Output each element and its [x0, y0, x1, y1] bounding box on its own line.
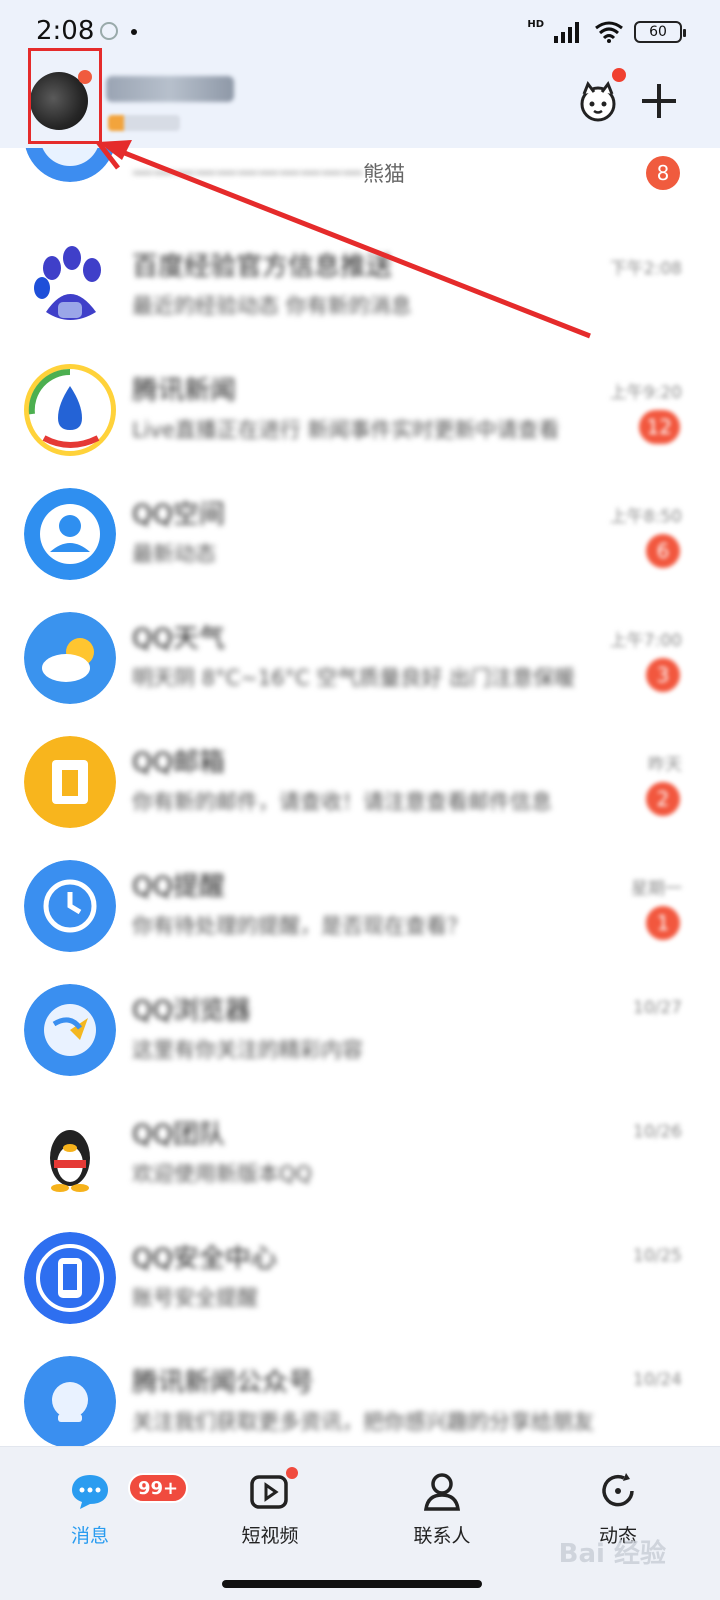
conversation-name: QQ天气 — [132, 624, 225, 650]
conversation-item[interactable]: QQ浏览器 这里有你关注的精彩内容 10/27 — [0, 964, 720, 1088]
pet-notification-dot — [612, 68, 626, 82]
hd-indicator: HD — [527, 18, 544, 30]
conversation-name: QQ团队 — [132, 1120, 225, 1146]
conversation-name: QQ浏览器 — [132, 996, 251, 1022]
tab-label: 短视频 — [241, 1525, 299, 1547]
unread-badge: 1 — [646, 906, 680, 940]
conversation-preview: 关注我们获取更多资讯，把你感兴趣的分享给朋友 — [132, 1410, 594, 1434]
conversation-item[interactable]: 百度经验官方信息推送 最近的经验动态 你有新的消息 下午2:08 — [0, 220, 720, 344]
refresh-star-icon — [602, 1473, 634, 1507]
phone-icon — [24, 1232, 116, 1324]
conversation-item[interactable]: QQ天气 明天阴 8°C~16°C 空气质量良好 出门注意保暖 上午7:00 3 — [0, 592, 720, 716]
unread-badge: 99+ — [128, 1473, 189, 1503]
home-indicator[interactable] — [222, 1580, 482, 1588]
shield-icon — [24, 1356, 116, 1448]
conversation-time: 上午8:50 — [609, 507, 682, 527]
conversation-time: 星期一 — [631, 879, 682, 899]
conversation-name: QQ安全中心 — [132, 1244, 277, 1270]
penguin-icon — [24, 1108, 116, 1200]
tab-videos[interactable]: 短视频 — [210, 1461, 330, 1571]
unread-badge: 6 — [646, 534, 680, 568]
conversation-preview: 你有新的邮件，请查收！请注意查看邮件信息 — [132, 790, 552, 814]
person-icon — [24, 488, 116, 580]
user-nickname[interactable] — [106, 76, 234, 102]
conversation-name: QQ空间 — [132, 500, 225, 526]
battery-icon: 60 — [634, 21, 686, 43]
conversation-preview: 账号安全提醒 — [132, 1286, 258, 1310]
tab-label: 联系人 — [413, 1525, 471, 1547]
conversation-time: 10/26 — [633, 1122, 682, 1142]
conversation-list: 一一一一一一一一一一一熊猫 8 百度经验官方信息推送 最近的经验动态 你有新的消… — [0, 90, 720, 1460]
avatar-highlight-box — [28, 48, 102, 144]
conversation-time: 上午9:20 — [609, 383, 682, 403]
notification-icon — [100, 22, 118, 40]
clock-icon — [24, 860, 116, 952]
app-header: 2:08 HD 60 — [0, 0, 720, 148]
status-indicators: HD 60 — [527, 18, 686, 46]
chat-bubble-icon — [72, 1475, 108, 1509]
conversation-preview: 这里有你关注的精彩内容 — [132, 1038, 363, 1062]
conversation-preview: Live直播正在进行 新闻事件实时更新中请查看 — [132, 418, 560, 442]
conversation-item[interactable]: QQ安全中心 账号安全提醒 10/25 — [0, 1212, 720, 1336]
conversation-preview: 最近的经验动态 你有新的消息 — [132, 294, 412, 318]
level-badge — [108, 115, 180, 131]
plus-icon[interactable] — [640, 82, 678, 120]
status-dot — [131, 29, 137, 35]
conversation-time: 10/27 — [633, 998, 682, 1018]
conversation-preview: 一一一一一一一一一一一熊猫 — [132, 162, 405, 186]
weather-icon — [24, 612, 116, 704]
tab-contacts[interactable]: 联系人 — [382, 1461, 502, 1571]
tab-label: 消息 — [70, 1525, 109, 1547]
tab-bar: 消息 99+ 短视频 联系人 动态 Bai 经验 — [0, 1446, 720, 1600]
unread-badge: 8 — [646, 156, 680, 190]
conversation-time: 上午7:00 — [609, 631, 682, 651]
unread-badge: 12 — [638, 410, 680, 444]
conversation-preview: 最新动态 — [132, 542, 216, 566]
paw-icon — [24, 240, 116, 332]
conversation-time: 昨天 — [648, 755, 682, 775]
conversation-name: 腾讯新闻 — [132, 376, 237, 402]
globe-icon — [24, 984, 116, 1076]
video-notification-dot — [286, 1467, 298, 1479]
conversation-item[interactable]: QQ提醒 你有待处理的提醒，是否现在查看？ 星期一 1 — [0, 840, 720, 964]
tab-messages[interactable]: 消息 99+ — [30, 1461, 189, 1571]
conversation-item[interactable]: QQ空间 最新动态 上午8:50 6 — [0, 468, 720, 592]
conversation-name: QQ邮箱 — [132, 748, 225, 774]
wifi-icon — [595, 21, 623, 43]
conversation-time: 下午2:08 — [609, 259, 682, 279]
unread-badge: 2 — [646, 782, 680, 816]
conversation-item[interactable]: QQ邮箱 你有新的邮件，请查收！请注意查看邮件信息 昨天 2 — [0, 716, 720, 840]
signal-icon — [554, 22, 579, 43]
conversation-preview: 欢迎使用新版本QQ — [132, 1162, 313, 1186]
watermark: Bai 经验 — [558, 1539, 666, 1569]
unread-badge: 3 — [646, 658, 680, 692]
conversation-item[interactable]: 腾讯新闻公众号 关注我们获取更多资讯，把你感兴趣的分享给朋友 10/24 — [0, 1336, 720, 1460]
conversation-name: 腾讯新闻公众号 — [132, 1368, 315, 1394]
pet-icon[interactable] — [576, 80, 620, 124]
conversation-time: 10/24 — [633, 1370, 682, 1390]
conversation-preview: 你有待处理的提醒，是否现在查看？ — [132, 914, 468, 938]
conversation-preview: 明天阴 8°C~16°C 空气质量良好 出门注意保暖 — [132, 666, 576, 690]
conversation-time: 10/25 — [633, 1246, 682, 1266]
notebook-icon — [24, 736, 116, 828]
person-icon — [423, 1473, 461, 1511]
mic-icon — [24, 364, 116, 456]
conversation-item[interactable]: 腾讯新闻 Live直播正在进行 新闻事件实时更新中请查看 上午9:20 12 — [0, 344, 720, 468]
status-time: 2:08 — [36, 16, 95, 46]
conversation-item[interactable]: QQ团队 欢迎使用新版本QQ 10/26 — [0, 1088, 720, 1212]
conversation-name: 百度经验官方信息推送 — [132, 252, 392, 278]
conversation-name: QQ提醒 — [132, 872, 225, 898]
video-play-icon — [250, 1475, 288, 1509]
